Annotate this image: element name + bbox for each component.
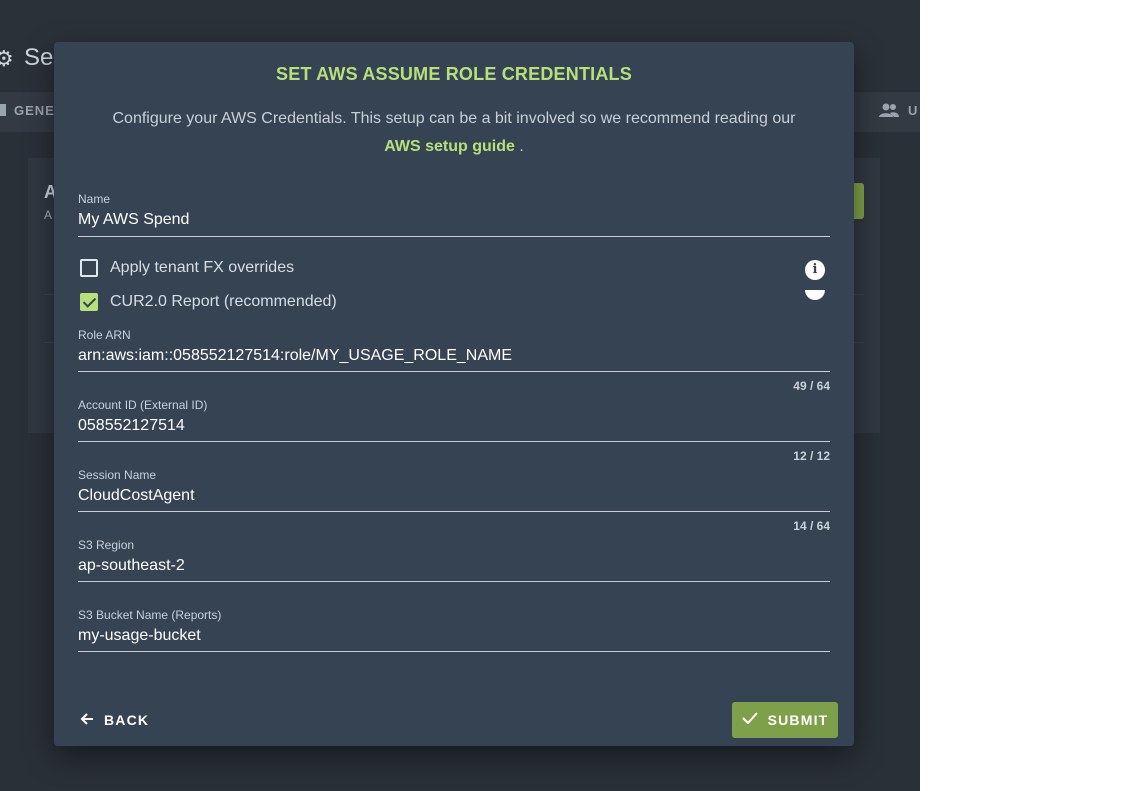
account-id-field[interactable]: Account ID (External ID) 058552127514	[78, 398, 830, 442]
info-icon[interactable]	[805, 290, 825, 300]
card-subtitle: A	[44, 208, 53, 222]
account-id-input[interactable]: 058552127514	[78, 415, 830, 437]
tab-general-label: GENE	[14, 103, 55, 118]
cur2-label: CUR2.0 Report (recommended)	[110, 293, 337, 310]
aws-credentials-dialog: SET AWS ASSUME ROLE CREDENTIALS Configur…	[54, 42, 854, 746]
fx-overrides-label: Apply tenant FX overrides	[110, 259, 295, 276]
s3-bucket-input[interactable]: my-usage-bucket	[78, 625, 830, 647]
tab-general-icon	[0, 104, 6, 116]
role-arn-counter: 49 / 64	[793, 379, 830, 393]
name-label: Name	[78, 192, 111, 206]
s3-region-field[interactable]: S3 Region ap-southeast-2	[78, 538, 830, 582]
dialog-description: Configure your AWS Credentials. This set…	[94, 105, 814, 161]
session-name-input[interactable]: CloudCostAgent	[78, 485, 830, 507]
account-id-counter: 12 / 12	[793, 449, 830, 463]
session-name-counter: 14 / 64	[793, 519, 830, 533]
description-text: Configure your AWS Credentials. This set…	[112, 110, 796, 127]
back-label: BACK	[104, 712, 150, 728]
cur2-checkbox-row[interactable]: CUR2.0 Report (recommended)	[80, 291, 337, 313]
info-icon[interactable]: i	[805, 260, 825, 280]
role-arn-field[interactable]: Role ARN arn:aws:iam::058552127514:role/…	[78, 328, 830, 372]
gear-icon: ⚙	[0, 46, 14, 71]
s3-region-label: S3 Region	[78, 538, 135, 552]
name-input[interactable]: My AWS Spend	[78, 209, 830, 231]
arrow-left-icon	[80, 711, 94, 729]
fx-overrides-checkbox-row[interactable]: Apply tenant FX overrides	[80, 257, 294, 279]
page-title: Se	[24, 44, 54, 71]
s3-region-input[interactable]: ap-southeast-2	[78, 555, 830, 577]
back-button[interactable]: BACK	[80, 706, 149, 734]
description-suffix: .	[519, 138, 524, 155]
fx-overrides-checkbox[interactable]	[80, 259, 98, 277]
account-id-label: Account ID (External ID)	[78, 398, 208, 412]
session-name-label: Session Name	[78, 468, 157, 482]
tab-users-label: U	[908, 103, 919, 118]
people-icon	[879, 103, 899, 117]
name-field[interactable]: Name My AWS Spend	[78, 192, 830, 237]
tab-users[interactable]: U	[878, 102, 918, 118]
session-name-field[interactable]: Session Name CloudCostAgent	[78, 468, 830, 512]
s3-bucket-field[interactable]: S3 Bucket Name (Reports) my-usage-bucket	[78, 608, 830, 652]
cur2-checkbox[interactable]	[80, 293, 98, 311]
submit-label: SUBMIT	[767, 712, 829, 728]
submit-button[interactable]: SUBMIT	[732, 702, 838, 738]
tab-general[interactable]: GENE	[0, 103, 55, 118]
aws-setup-guide-link[interactable]: AWS setup guide	[384, 138, 515, 155]
check-icon	[741, 712, 758, 728]
s3-bucket-label: S3 Bucket Name (Reports)	[78, 608, 222, 622]
dialog-title: SET AWS ASSUME ROLE CREDENTIALS	[276, 64, 632, 84]
role-arn-label: Role ARN	[78, 328, 131, 342]
role-arn-input[interactable]: arn:aws:iam::058552127514:role/MY_USAGE_…	[78, 345, 830, 367]
